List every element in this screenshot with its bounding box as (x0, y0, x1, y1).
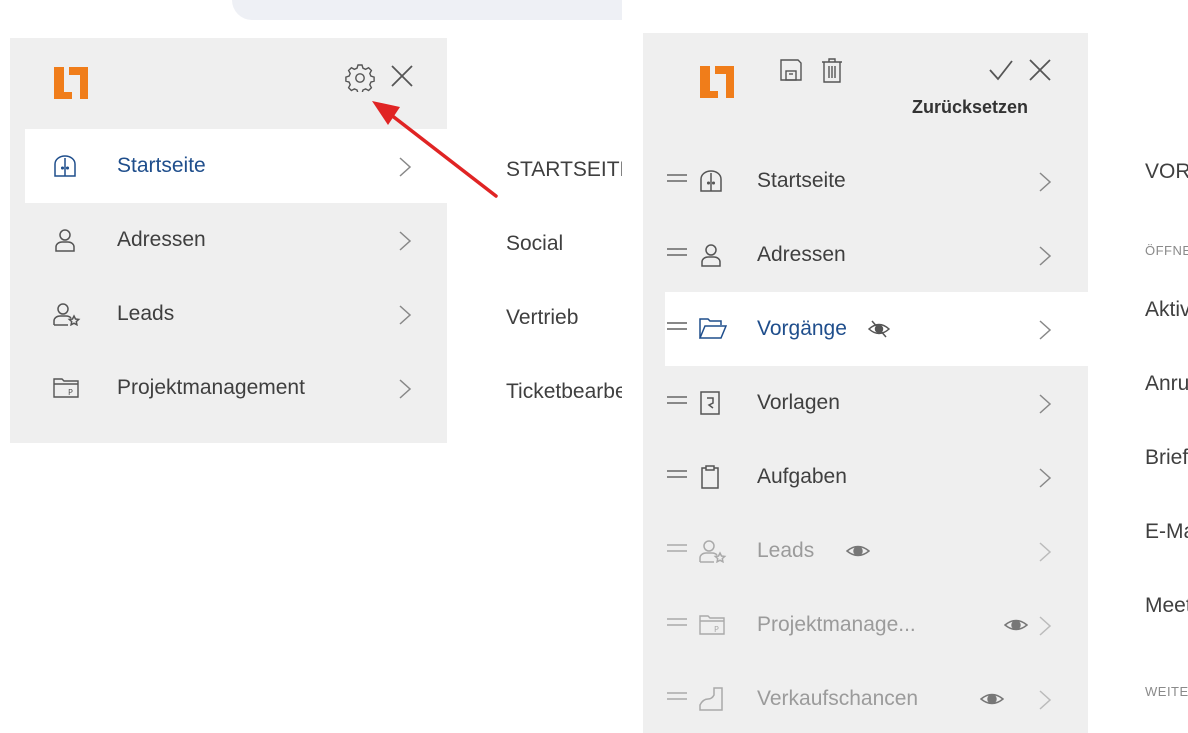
template-icon (699, 391, 721, 415)
svg-text:P: P (68, 388, 73, 397)
person-icon (699, 243, 723, 267)
chevron-right-icon (1038, 393, 1052, 415)
edit-item-aufgaben[interactable]: Aufgaben (665, 440, 1088, 514)
annotation-arrow (372, 101, 498, 198)
drag-handle-icon[interactable] (667, 247, 687, 257)
home-door-icon (53, 154, 77, 178)
eye-slash-icon[interactable] (868, 319, 890, 339)
top-search-bar-edge (232, 0, 622, 20)
folder-open-icon (699, 317, 727, 339)
edit-item-leads[interactable]: Leads (665, 514, 1088, 588)
save-icon[interactable] (776, 55, 806, 85)
app-logo[interactable] (696, 65, 738, 99)
menu-item-label: Startseite (117, 154, 206, 177)
chevron-right-icon (398, 304, 412, 326)
chevron-right-icon (1038, 615, 1052, 637)
home-door-icon (699, 169, 723, 193)
submenu-item-briefe[interactable]: Briefe (1145, 446, 1188, 470)
chevron-right-icon (1038, 541, 1052, 563)
edit-item-adressen[interactable]: Adressen (665, 218, 1088, 292)
eye-icon[interactable] (846, 541, 870, 561)
folder-p-icon: P (699, 613, 725, 635)
submenu-item-emails[interactable]: E-Mails (1145, 520, 1188, 544)
menu-item-label: Adressen (117, 228, 206, 251)
app-logo[interactable] (54, 66, 88, 100)
reset-button[interactable]: Zurücksetzen (912, 97, 1028, 118)
eye-icon[interactable] (980, 689, 1004, 709)
close-icon[interactable] (1025, 55, 1055, 85)
chart-rise-icon (699, 687, 723, 711)
trash-icon[interactable] (817, 55, 847, 85)
chevron-right-icon (1038, 171, 1052, 193)
eye-icon[interactable] (1004, 615, 1028, 635)
menu-item-label: Verkaufschancen (757, 687, 919, 710)
vorgaenge-submenu: VORGÄNGE ÖFFNEN Aktivitäten Anrufe Brief… (1145, 150, 1188, 710)
drag-handle-icon[interactable] (667, 617, 687, 627)
submenu-item-anrufe[interactable]: Anrufe (1145, 372, 1188, 396)
menu-item-leads[interactable]: Leads (25, 277, 447, 351)
drag-handle-icon[interactable] (667, 543, 687, 553)
menu-item-projektmanagement[interactable]: P Projektmanagement (25, 351, 447, 425)
menu-item-label: Leads (117, 302, 175, 325)
person-star-icon (699, 539, 727, 563)
menu-item-label: Aufgaben (757, 465, 847, 488)
edit-item-projektmanagement[interactable]: P Projektmanage... (665, 588, 1088, 662)
svg-text:P: P (714, 625, 719, 634)
section-heading-more: WEITERE (1145, 684, 1188, 699)
drag-handle-icon[interactable] (667, 395, 687, 405)
edit-item-vorlagen[interactable]: Vorlagen (665, 366, 1088, 440)
menu-item-label: Vorlagen (757, 391, 840, 414)
submenu-item-ticketbearbeitung[interactable]: Ticketbearbeitung (506, 380, 622, 404)
clipboard-icon (699, 465, 721, 489)
chevron-right-icon (398, 378, 412, 400)
edit-item-vorgaenge[interactable]: Vorgänge (665, 292, 1088, 366)
checkmark-icon[interactable] (986, 55, 1016, 85)
drag-handle-icon[interactable] (667, 469, 687, 479)
drag-handle-icon[interactable] (667, 691, 687, 701)
section-heading-open: ÖFFNEN (1145, 243, 1188, 258)
startseite-submenu: STARTSEITE Social Vertrieb Ticketbearbei… (506, 150, 622, 410)
submenu-item-meetings[interactable]: Meetings (1145, 594, 1188, 618)
drag-handle-icon[interactable] (667, 321, 687, 331)
menu-item-label: Projektmanagement (117, 376, 305, 399)
submenu-item-social[interactable]: Social (506, 232, 563, 256)
chevron-right-icon (1038, 319, 1052, 341)
person-star-icon (53, 302, 81, 326)
chevron-right-icon (1038, 689, 1052, 711)
menu-item-label: Leads (757, 539, 815, 562)
chevron-right-icon (1038, 467, 1052, 489)
edit-item-startseite[interactable]: Startseite (665, 144, 1088, 218)
menu-item-label: Startseite (757, 169, 846, 192)
menu-item-adressen[interactable]: Adressen (25, 203, 447, 277)
edit-item-verkaufschancen[interactable]: Verkaufschancen (665, 662, 1088, 733)
submenu-item-aktivitaeten[interactable]: Aktivitäten (1145, 298, 1188, 322)
chevron-right-icon (1038, 245, 1052, 267)
menu-item-label: Adressen (757, 243, 846, 266)
menu-edit-panel: Zurücksetzen Startseite Adressen Vorgäng… (643, 33, 1088, 733)
submenu-item-vertrieb[interactable]: Vertrieb (506, 306, 578, 330)
close-icon[interactable] (386, 60, 418, 92)
folder-p-icon: P (53, 376, 79, 398)
submenu-item-startseite[interactable]: STARTSEITE (506, 158, 622, 182)
menu-item-label: Vorgänge (757, 317, 847, 340)
gear-icon[interactable] (343, 60, 377, 94)
submenu-title: VORGÄNGE (1145, 160, 1188, 183)
menu-item-label: Projektmanage... (757, 613, 916, 636)
chevron-right-icon (398, 230, 412, 252)
person-icon (53, 228, 77, 252)
drag-handle-icon[interactable] (667, 173, 687, 183)
